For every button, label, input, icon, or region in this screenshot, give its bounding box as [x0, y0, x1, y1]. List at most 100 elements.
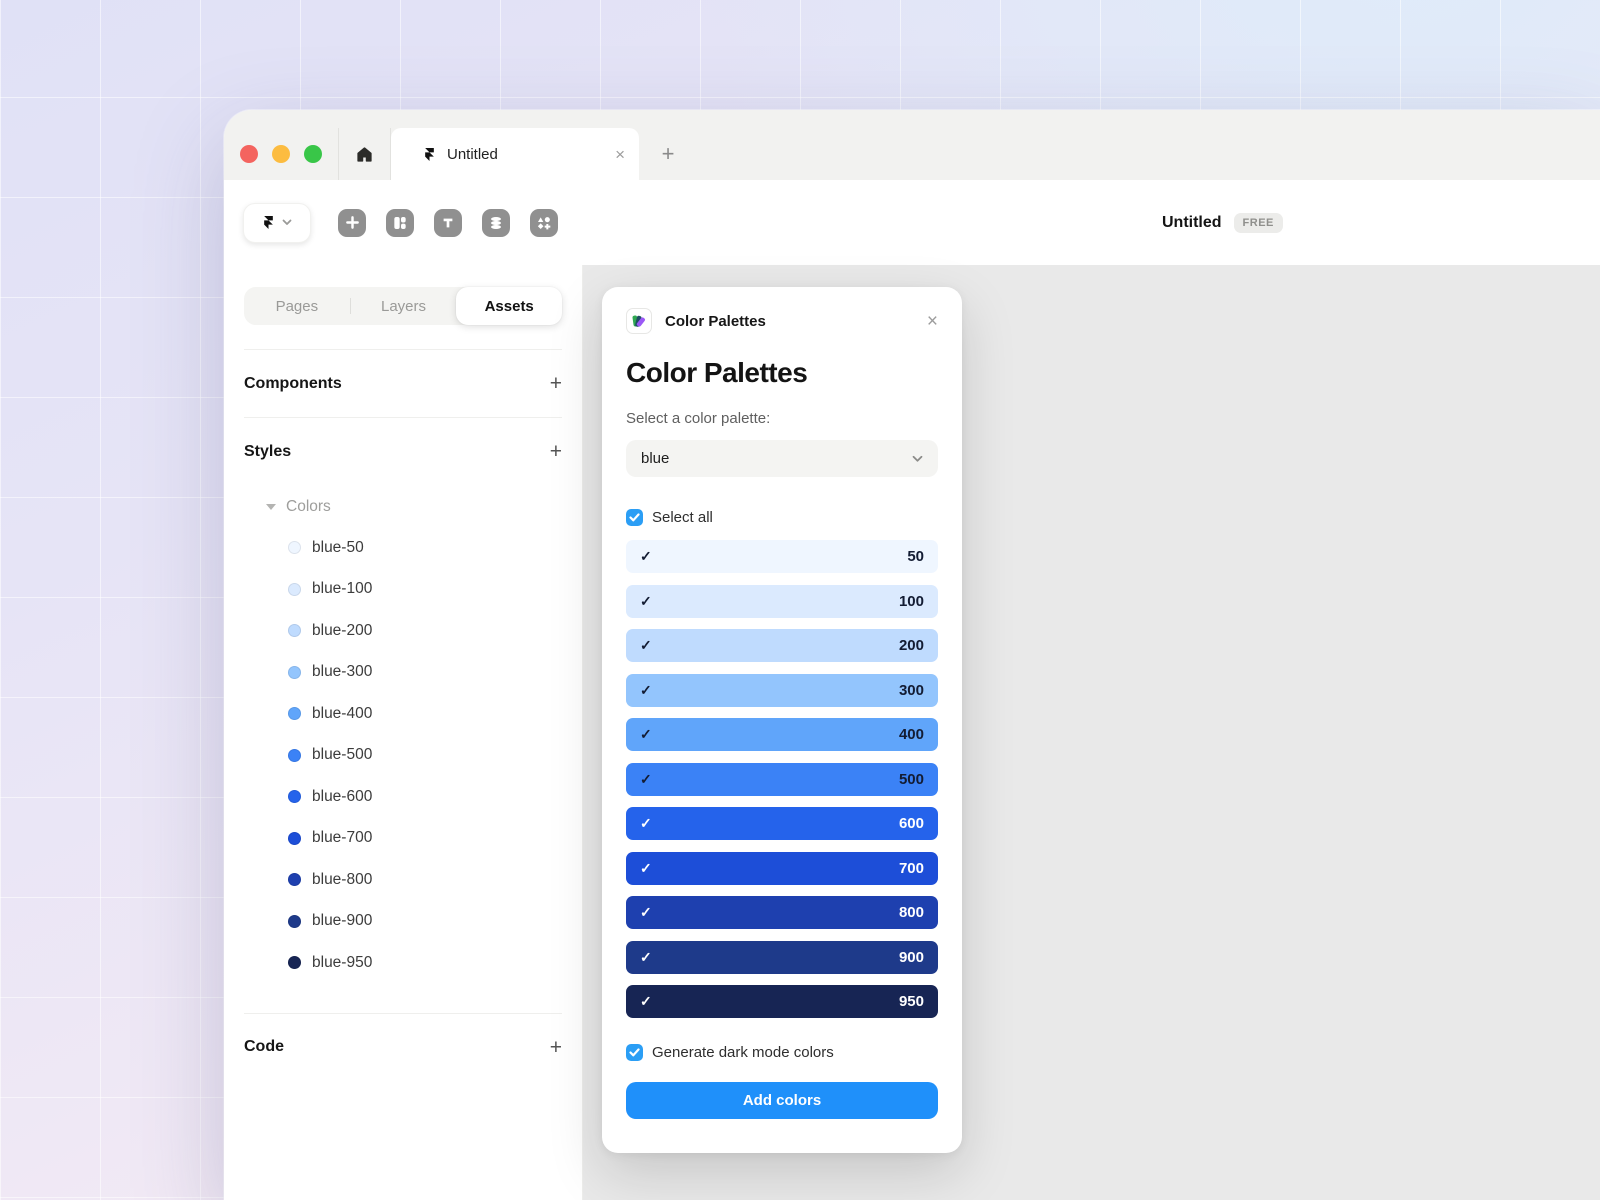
color-swatch-dot — [288, 790, 301, 803]
list-item[interactable]: blue-900 — [244, 901, 562, 943]
add-colors-button[interactable]: Add colors — [626, 1082, 938, 1119]
color-swatch-dot — [288, 749, 301, 762]
list-item[interactable]: blue-600 — [244, 776, 562, 818]
color-swatch-dot — [288, 873, 301, 886]
zoom-window-button[interactable] — [304, 145, 322, 163]
color-palettes-plugin-icon — [626, 308, 652, 334]
page-title: Color Palettes — [626, 357, 938, 389]
plan-badge: FREE — [1234, 213, 1283, 233]
new-tab-button[interactable]: + — [639, 128, 697, 180]
color-swatch-dot — [288, 624, 301, 637]
list-item[interactable]: blue-800 — [244, 859, 562, 901]
color-name: blue-800 — [312, 871, 372, 889]
tab-layers[interactable]: Layers — [351, 287, 457, 325]
project-title[interactable]: Untitled — [1162, 214, 1222, 232]
tab-untitled[interactable]: Untitled × — [391, 128, 639, 180]
swatch-row[interactable]: ✓400 — [626, 718, 938, 751]
color-name: blue-400 — [312, 705, 372, 723]
colors-group-toggle[interactable]: Colors — [244, 487, 562, 527]
swatch-row[interactable]: ✓600 — [626, 807, 938, 840]
list-item[interactable]: blue-100 — [244, 569, 562, 611]
dark-mode-checkbox[interactable] — [626, 1044, 643, 1061]
swatch-row[interactable]: ✓ 50 — [626, 540, 938, 573]
check-icon: ✓ — [640, 726, 652, 743]
swatch-value: 50 — [907, 548, 924, 565]
components-section-header: Components + — [244, 350, 562, 417]
plugins-icon — [536, 215, 552, 231]
color-name: blue-600 — [312, 788, 372, 806]
minimize-window-button[interactable] — [272, 145, 290, 163]
swatch-row[interactable]: ✓900 — [626, 941, 938, 974]
framer-icon — [423, 148, 436, 161]
swatch-value: 700 — [899, 860, 924, 877]
list-item[interactable]: blue-200 — [244, 610, 562, 652]
check-icon: ✓ — [640, 993, 652, 1010]
palette-select[interactable]: blue — [626, 440, 938, 477]
plugin-header: Color Palettes × — [626, 306, 938, 336]
swatch-row[interactable]: ✓ 950 — [626, 985, 938, 1018]
text-icon — [441, 216, 455, 230]
text-tool-button[interactable] — [434, 209, 462, 237]
list-item[interactable]: blue-50 — [244, 527, 562, 569]
tab-assets[interactable]: Assets — [456, 287, 562, 325]
add-style-button[interactable]: + — [550, 441, 562, 462]
color-name: blue-300 — [312, 663, 372, 681]
insert-button[interactable] — [338, 209, 366, 237]
swatch-value: 100 — [899, 593, 924, 610]
list-item[interactable]: blue-400 — [244, 693, 562, 735]
close-window-button[interactable] — [240, 145, 258, 163]
home-tab-button[interactable] — [339, 128, 390, 180]
tab-close-icon[interactable]: × — [615, 146, 625, 163]
list-item[interactable]: blue-300 — [244, 652, 562, 694]
plugin-close-icon[interactable]: × — [927, 312, 938, 331]
swatch-value: 300 — [899, 682, 924, 699]
left-sidebar: Pages Layers Assets Components + Styles … — [224, 265, 583, 1200]
swatch-row[interactable]: ✓ 100 — [626, 585, 938, 618]
swatch-list: ✓50 ✓100 ✓200 ✓300 ✓400 ✓500 ✓600 ✓700 ✓… — [626, 540, 938, 1018]
list-item[interactable]: blue-700 — [244, 818, 562, 860]
list-item[interactable]: blue-950 — [244, 942, 562, 984]
plugins-button[interactable] — [530, 209, 558, 237]
swatch-row[interactable]: ✓300 — [626, 674, 938, 707]
swatch-row[interactable]: ✓200 — [626, 629, 938, 662]
palette-select-label: Select a color palette: — [626, 410, 938, 427]
chevron-down-icon — [282, 219, 292, 226]
color-name: blue-900 — [312, 912, 372, 930]
tab-title: Untitled — [447, 146, 604, 163]
check-icon: ✓ — [640, 860, 652, 877]
swatch-row[interactable]: ✓ 700 — [626, 852, 938, 885]
swatch-row[interactable]: ✓ 800 — [626, 896, 938, 929]
cms-button[interactable] — [482, 209, 510, 237]
check-icon: ✓ — [640, 904, 652, 921]
color-name: blue-200 — [312, 622, 372, 640]
project-title-group: Untitled FREE — [1162, 180, 1283, 265]
add-code-button[interactable]: + — [550, 1037, 562, 1058]
add-component-button[interactable]: + — [550, 373, 562, 394]
select-all-row[interactable]: Select all — [626, 509, 938, 526]
tool-buttons — [338, 209, 558, 237]
color-name: blue-100 — [312, 580, 372, 598]
dark-mode-row[interactable]: Generate dark mode colors — [626, 1044, 938, 1061]
list-item[interactable]: blue-500 — [244, 735, 562, 777]
check-icon: ✓ — [640, 593, 652, 610]
code-label: Code — [244, 1038, 284, 1056]
tab-bar: Untitled × + — [224, 110, 1600, 180]
color-name: blue-50 — [312, 539, 364, 557]
tab-pages[interactable]: Pages — [244, 287, 350, 325]
color-swatch-dot — [288, 541, 301, 554]
color-style-list: blue-50 blue-100 blue-200 blue-300 blue-… — [244, 527, 562, 984]
styles-label: Styles — [244, 443, 291, 461]
swatch-value: 800 — [899, 904, 924, 921]
check-icon: ✓ — [640, 548, 652, 565]
swatch-row[interactable]: ✓500 — [626, 763, 938, 796]
select-all-checkbox[interactable] — [626, 509, 643, 526]
caret-down-icon — [266, 504, 276, 510]
color-swatch-dot — [288, 915, 301, 928]
check-icon — [629, 1048, 640, 1057]
layout-button[interactable] — [386, 209, 414, 237]
swatch-value: 950 — [899, 993, 924, 1010]
color-name: blue-700 — [312, 829, 372, 847]
framer-menu-button[interactable] — [243, 203, 311, 243]
plus-icon — [345, 215, 360, 230]
colors-group-label: Colors — [286, 498, 331, 516]
